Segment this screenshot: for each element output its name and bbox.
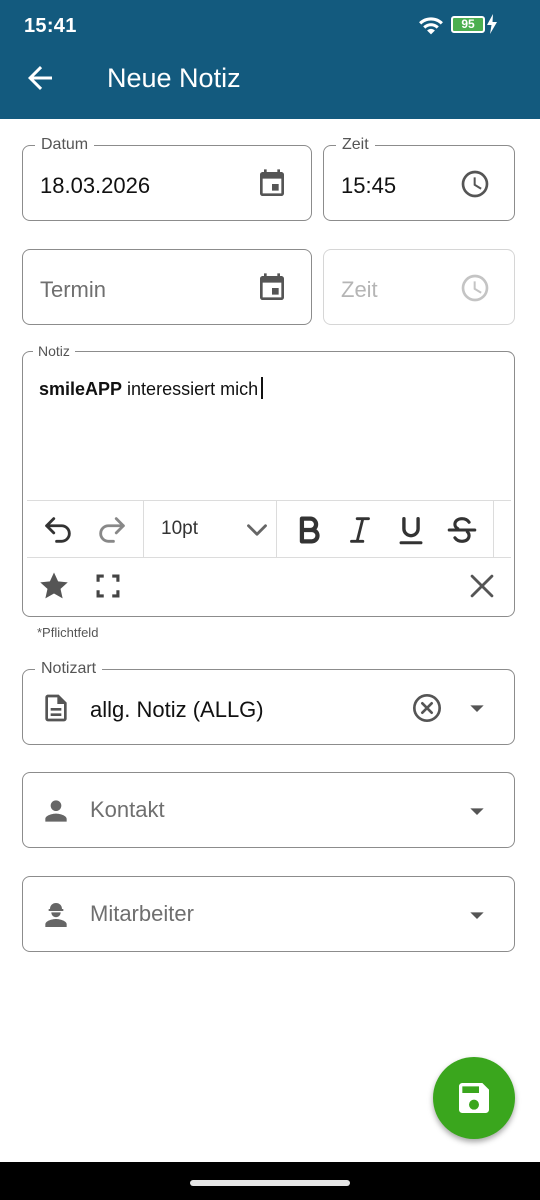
datum-field[interactable]: Datum 18.03.2026 (22, 135, 312, 221)
editor-toolbar: 10pt (27, 500, 511, 558)
dropdown-arrow-icon[interactable] (461, 795, 493, 827)
termin-zeit-placeholder: Zeit (341, 277, 378, 302)
calendar-icon[interactable] (256, 272, 288, 304)
worker-icon (45, 903, 67, 927)
italic-icon[interactable] (343, 513, 377, 547)
fullscreen-icon[interactable] (91, 569, 125, 603)
clock-icon (461, 274, 489, 302)
notizart-label: Notizart (35, 659, 103, 679)
zeit-label: Zeit (336, 135, 375, 155)
person-icon (45, 800, 67, 822)
toolbar-divider (493, 501, 494, 558)
mitarbeiter-placeholder: Mitarbeiter (90, 901, 194, 926)
notiz-plain-text: interessiert mich (122, 379, 259, 399)
datum-label: Datum (35, 135, 95, 155)
mitarbeiter-select[interactable]: Mitarbeiter (22, 876, 515, 952)
clock-icon[interactable] (459, 168, 491, 200)
notiz-text[interactable]: smileAPP interessiert mich (39, 377, 263, 400)
kontakt-select[interactable]: Kontakt (22, 772, 515, 848)
dropdown-arrow-icon[interactable] (461, 692, 493, 724)
termin-field[interactable]: Termin (22, 249, 312, 325)
close-icon[interactable] (465, 569, 499, 603)
document-icon (45, 694, 67, 722)
required-hint: *Pflichtfeld (37, 625, 99, 640)
calendar-icon[interactable] (256, 168, 288, 200)
notiz-editor[interactable]: Notiz smileAPP interessiert mich 10pt (22, 343, 515, 617)
kontakt-placeholder: Kontakt (90, 797, 165, 822)
status-time: 15:41 (24, 15, 77, 37)
termin-zeit-field: Zeit (323, 249, 515, 325)
datum-value: 18.03.2026 (40, 173, 151, 198)
notizart-select[interactable]: Notizart allg. Notiz (ALLG) (22, 659, 515, 745)
zeit-value: 15:45 (341, 173, 397, 198)
undo-icon[interactable] (41, 513, 75, 547)
battery-icon: 95 (451, 16, 485, 33)
chevron-down-icon[interactable] (240, 513, 274, 547)
toolbar-divider (276, 501, 277, 558)
toolbar-divider (143, 501, 144, 558)
notiz-label: Notiz (33, 343, 75, 359)
zeit-field[interactable]: Zeit 15:45 (323, 135, 515, 221)
battery-level: 95 (461, 17, 475, 31)
back-arrow-icon[interactable] (22, 60, 58, 96)
underline-icon[interactable] (394, 513, 428, 547)
dropdown-arrow-icon[interactable] (461, 899, 493, 931)
redo-icon[interactable] (95, 513, 129, 547)
save-button[interactable] (433, 1057, 515, 1139)
app-bar: Neue Notiz (0, 36, 540, 119)
strikethrough-icon[interactable] (445, 513, 479, 547)
bold-icon[interactable] (292, 513, 326, 547)
termin-placeholder: Termin (40, 277, 107, 302)
notiz-bold-text: smileAPP (39, 379, 123, 399)
wifi-icon (419, 17, 443, 35)
page-title: Neue Notiz (107, 63, 241, 93)
text-caret (261, 377, 263, 399)
notizart-value: allg. Notiz (ALLG) (90, 697, 264, 722)
editor-actions (27, 558, 511, 614)
home-gesture-handle[interactable] (190, 1180, 350, 1186)
save-icon (459, 1083, 489, 1113)
status-bar: 15:41 95 (0, 0, 540, 37)
navigation-bar (0, 1162, 540, 1200)
font-size-select[interactable]: 10pt (161, 518, 198, 540)
star-icon[interactable] (37, 569, 71, 603)
charging-bolt-icon (487, 14, 497, 34)
clear-circle-icon[interactable] (411, 692, 443, 724)
